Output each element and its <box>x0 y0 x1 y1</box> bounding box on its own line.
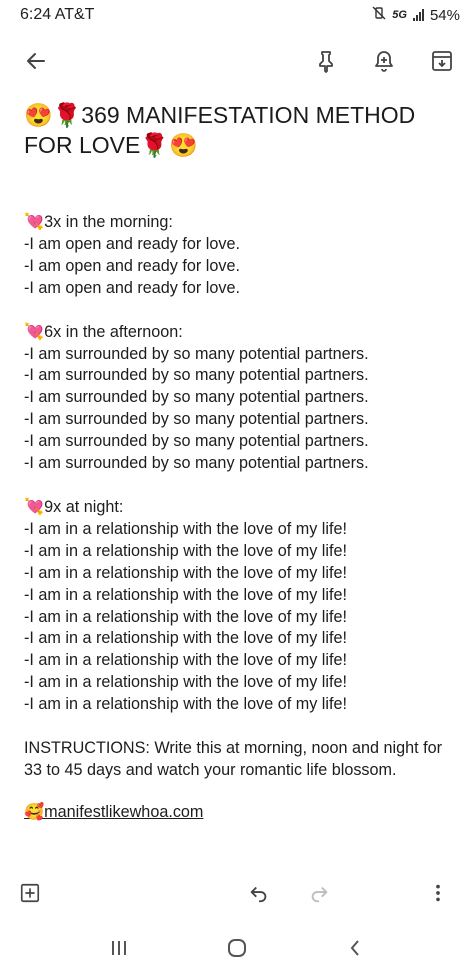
note-content[interactable]: 😍🌹369 MANIFESTATION METHOD FOR LOVE🌹😍 💘3… <box>24 100 454 824</box>
list-item: -I am surrounded by so many potential pa… <box>24 366 369 385</box>
list-item: -I am open and ready for love. <box>24 256 240 275</box>
redo-icon[interactable] <box>305 879 333 907</box>
list-item: -I am in a relationship with the love of… <box>24 541 347 560</box>
signal-icon <box>412 9 424 21</box>
undo-icon[interactable] <box>245 879 273 907</box>
note-toolbar <box>0 36 474 86</box>
section-heading: 💘6x in the afternoon: <box>24 322 183 341</box>
list-item: -I am surrounded by so many potential pa… <box>24 344 369 363</box>
network-type: 5G <box>392 9 407 21</box>
section-heading: 💘9x at night: <box>24 497 124 516</box>
pin-icon[interactable] <box>312 47 340 75</box>
instructions-text: INSTRUCTIONS: Write this at morning, noo… <box>24 739 443 779</box>
list-item: -I am surrounded by so many potential pa… <box>24 432 369 451</box>
bell-plus-icon[interactable] <box>370 47 398 75</box>
section-morning: 💘3x in the morning: -I am open and ready… <box>24 212 454 300</box>
section-night: 💘9x at night: -I am in a relationship wi… <box>24 497 454 716</box>
recents-icon[interactable] <box>104 933 134 963</box>
list-item: -I am open and ready for love. <box>24 234 240 253</box>
list-item: -I am surrounded by so many potential pa… <box>24 410 369 429</box>
list-item: -I am in a relationship with the love of… <box>24 519 347 538</box>
list-item: -I am surrounded by so many potential pa… <box>24 454 369 473</box>
chevron-left-icon[interactable] <box>340 933 370 963</box>
list-item: -I am in a relationship with the love of… <box>24 607 347 626</box>
list-item: -I am open and ready for love. <box>24 278 240 297</box>
section-heading: 💘3x in the morning: <box>24 213 173 231</box>
list-item: -I am in a relationship with the love of… <box>24 629 347 648</box>
website-link[interactable]: 🥰manifestlikewhoa.com <box>24 802 454 824</box>
status-time: 6:24 AT&T <box>20 6 95 23</box>
battery-level: 54% <box>429 6 460 24</box>
editor-bottom-bar <box>0 868 474 918</box>
list-item: -I am in a relationship with the love of… <box>24 563 347 582</box>
home-icon[interactable] <box>222 933 252 963</box>
arrow-left-icon[interactable] <box>22 47 50 75</box>
section-afternoon: 💘6x in the afternoon: -I am surrounded b… <box>24 322 454 475</box>
more-vert-icon[interactable] <box>424 879 452 907</box>
status-bar: 6:24 AT&T 5G 54% <box>0 0 474 30</box>
add-box-icon[interactable] <box>16 879 44 907</box>
status-indicators: 5G 54% <box>372 6 460 24</box>
list-item: -I am surrounded by so many potential pa… <box>24 388 369 407</box>
mute-vibrate-icon <box>372 6 386 24</box>
list-item: -I am in a relationship with the love of… <box>24 585 347 604</box>
list-item: -I am in a relationship with the love of… <box>24 651 347 670</box>
note-title[interactable]: 😍🌹369 MANIFESTATION METHOD FOR LOVE🌹😍 <box>24 100 454 160</box>
system-nav-bar <box>0 928 474 968</box>
note-body[interactable]: 💘3x in the morning: -I am open and ready… <box>24 212 454 824</box>
list-item: -I am in a relationship with the love of… <box>24 673 347 692</box>
list-item: -I am in a relationship with the love of… <box>24 695 347 714</box>
archive-icon[interactable] <box>428 47 456 75</box>
